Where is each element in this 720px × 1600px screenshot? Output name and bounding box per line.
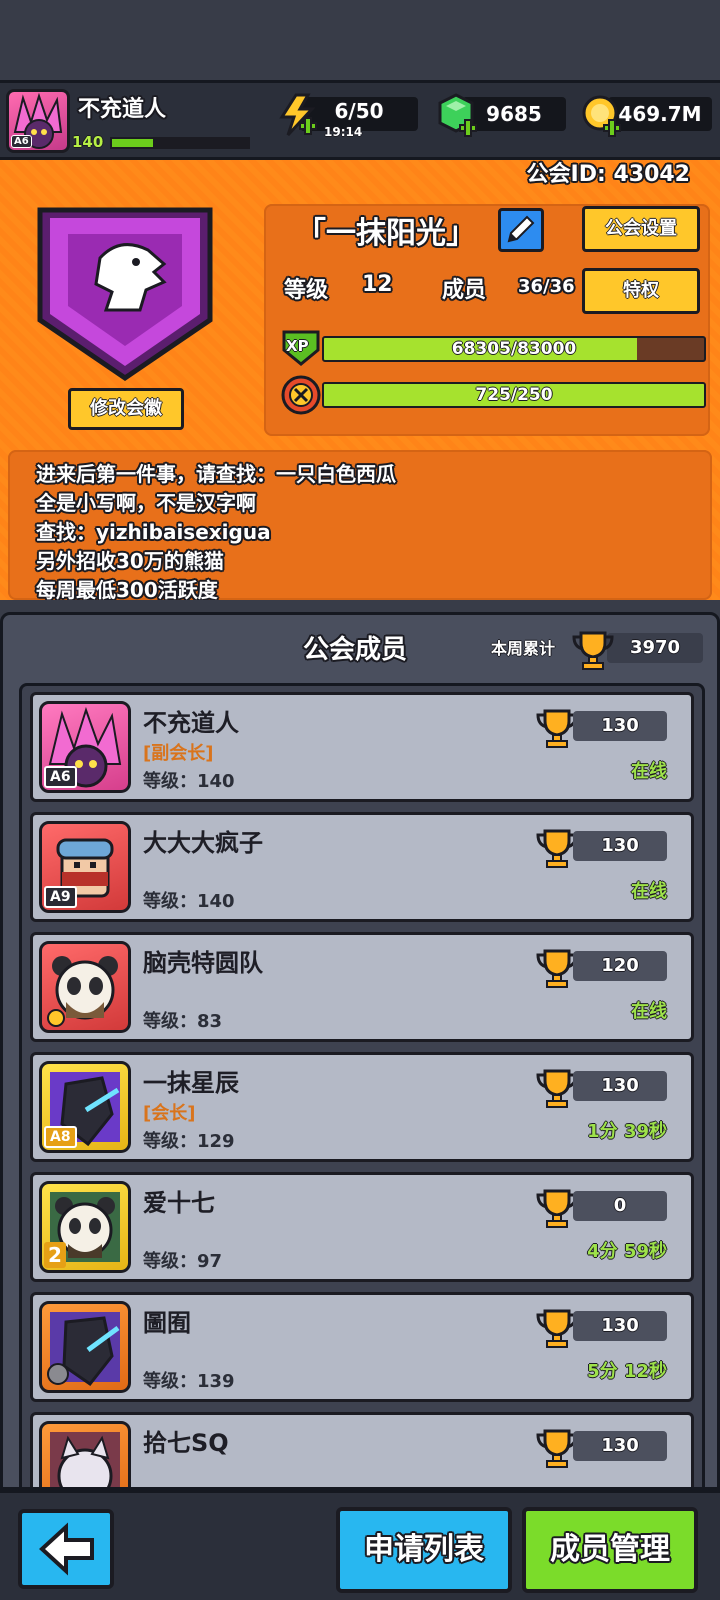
- member-card[interactable]: A9 大大大疯子 等级：140 130 在线: [30, 812, 694, 922]
- guild-info-panel: 公会ID: 43042 修改会徽 「一抹阳光」 公会设置 等级 12 成员 36…: [0, 160, 720, 600]
- player-avatar[interactable]: A6: [6, 89, 70, 153]
- member-score: 120: [573, 951, 667, 981]
- notice-line-5: 每周最低300活跃度: [36, 578, 218, 600]
- member-name: 大大大疯子: [143, 829, 263, 857]
- member-avatar[interactable]: A6: [39, 701, 131, 793]
- member-score: 130: [573, 831, 667, 861]
- member-avatar[interactable]: 2: [39, 1181, 131, 1273]
- energy-timer: 19:14: [324, 125, 363, 139]
- guild-badge-icon[interactable]: [30, 200, 220, 386]
- pencil-icon: [507, 215, 535, 243]
- player-level: 140: [72, 133, 104, 151]
- guild-notice[interactable]: 进来后第一件事，请查找：一只白色西瓜 全是小写啊，不是汉字啊 查找：yizhib…: [8, 450, 712, 600]
- gem-value: 9685: [486, 102, 542, 126]
- guild-id: 公会ID: 43042: [526, 162, 690, 187]
- member-avatar[interactable]: [39, 1301, 131, 1393]
- member-level: 等级：97: [143, 1251, 223, 1272]
- member-status: 在线: [631, 1001, 667, 1022]
- member-name: 拾七SQ: [143, 1429, 229, 1457]
- member-rank-badge: A6: [44, 766, 77, 788]
- guild-members-panel: 公会成员 本周累计 3970 A6 不充道人 [副会长] 等级：140 130 …: [0, 612, 720, 1490]
- member-name: 爱十七: [143, 1189, 215, 1217]
- notice-line-4: 另外招收30万的熊猫: [36, 549, 224, 573]
- member-manage-button[interactable]: 成员管理: [522, 1507, 698, 1593]
- member-list[interactable]: A6 不充道人 [副会长] 等级：140 130 在线 A9 大大大疯子 等级：…: [19, 683, 705, 1487]
- guild-level-value: 12: [362, 272, 393, 297]
- gem-icon[interactable]: [436, 93, 480, 139]
- back-arrow-icon: [39, 1522, 94, 1576]
- guild-name: 「一抹阳光」: [296, 216, 476, 251]
- member-card[interactable]: A6 不充道人 [副会长] 等级：140 130 在线: [30, 692, 694, 802]
- member-avatar[interactable]: [39, 941, 131, 1033]
- member-avatar[interactable]: [39, 1421, 131, 1487]
- member-status: 4分 59秒: [587, 1241, 667, 1262]
- member-rank-badge: A9: [44, 886, 77, 908]
- change-badge-button[interactable]: 修改会徽: [68, 388, 184, 430]
- guild-xp-text: 68305/83000: [451, 339, 577, 359]
- guild-xp-bar: 68305/83000: [322, 336, 706, 362]
- member-card[interactable]: 圖囿 等级：139 130 5分 12秒: [30, 1292, 694, 1402]
- notice-line-3: 查找：yizhibaisexigua: [36, 520, 271, 544]
- member-status: 在线: [631, 881, 667, 902]
- member-rank-badge: 2: [44, 1242, 66, 1268]
- member-level: 等级：140: [143, 891, 235, 912]
- members-title: 公会成员: [303, 635, 408, 665]
- player-xp-bar: [110, 137, 250, 149]
- member-status: 5分 12秒: [587, 1361, 667, 1382]
- member-score: 0: [573, 1191, 667, 1221]
- contribution-text: 725/250: [475, 385, 553, 405]
- member-score: 130: [573, 1431, 667, 1461]
- guild-members-label: 成员: [442, 278, 487, 303]
- member-role: [副会长]: [143, 743, 214, 764]
- member-level: 等级：140: [143, 771, 235, 792]
- member-level: 等级：83: [143, 1011, 223, 1032]
- member-avatar-image: [50, 1432, 120, 1487]
- member-avatar[interactable]: A9: [39, 821, 131, 913]
- guild-members-value: 36/36: [518, 276, 575, 297]
- xp-icon-label: XP: [286, 337, 309, 355]
- privilege-button[interactable]: 特权: [582, 268, 700, 314]
- guild-level-label: 等级: [284, 278, 329, 303]
- member-avatar-image: [47, 1312, 120, 1387]
- energy-bolt-icon[interactable]: [278, 93, 320, 139]
- member-score: 130: [573, 1071, 667, 1101]
- player-name: 不充道人: [78, 97, 167, 122]
- apply-list-button[interactable]: 申请列表: [336, 1507, 512, 1593]
- member-card[interactable]: 拾七SQ 130: [30, 1412, 694, 1487]
- member-card[interactable]: 2 爱十七 等级：97 0 4分 59秒: [30, 1172, 694, 1282]
- player-rank-badge: A6: [11, 135, 32, 148]
- trophy-icon: [572, 631, 614, 670]
- member-rank-badge: A8: [44, 1126, 77, 1148]
- member-score: 130: [573, 1311, 667, 1341]
- edit-guild-name-button[interactable]: [498, 208, 544, 252]
- member-avatar-image: [47, 956, 118, 1027]
- top-resource-bar: A6 不充道人 140 6/50 19:14 9685 469.7M: [0, 80, 720, 160]
- back-button[interactable]: [18, 1509, 114, 1589]
- member-status: 1分 39秒: [587, 1121, 667, 1142]
- gold-value: 469.7M: [618, 102, 702, 126]
- member-score: 130: [573, 711, 667, 741]
- notice-line-1: 进来后第一件事，请查找：一只白色西瓜: [36, 462, 396, 486]
- member-level: 等级：139: [143, 1371, 235, 1392]
- bottom-action-bar: 申请列表 成员管理: [0, 1490, 720, 1600]
- gold-coin-icon[interactable]: [580, 93, 624, 139]
- member-name: 脑壳特圆队: [143, 949, 263, 977]
- member-name: 圖囿: [143, 1309, 191, 1337]
- weekly-total-value: 3970: [607, 633, 703, 663]
- member-status: 在线: [631, 761, 667, 782]
- energy-value: 6/50: [334, 99, 384, 123]
- member-level: 等级：129: [143, 1131, 235, 1152]
- contribution-bar: 725/250: [322, 382, 706, 408]
- player-xp-fill: [112, 139, 153, 147]
- member-name: 不充道人: [143, 709, 239, 737]
- weekly-total-label: 本周累计: [491, 639, 556, 658]
- member-name: 一抹星辰: [143, 1069, 239, 1097]
- member-role: [会长]: [143, 1103, 196, 1124]
- guild-settings-button[interactable]: 公会设置: [582, 206, 700, 252]
- member-card[interactable]: 脑壳特圆队 等级：83 120 在线: [30, 932, 694, 1042]
- member-card[interactable]: A8 一抹星辰 [会长] 等级：129 130 1分 39秒: [30, 1052, 694, 1162]
- notice-line-2: 全是小写啊，不是汉字啊: [36, 491, 256, 515]
- contribution-medal-icon: [281, 375, 321, 415]
- member-avatar[interactable]: A8: [39, 1061, 131, 1153]
